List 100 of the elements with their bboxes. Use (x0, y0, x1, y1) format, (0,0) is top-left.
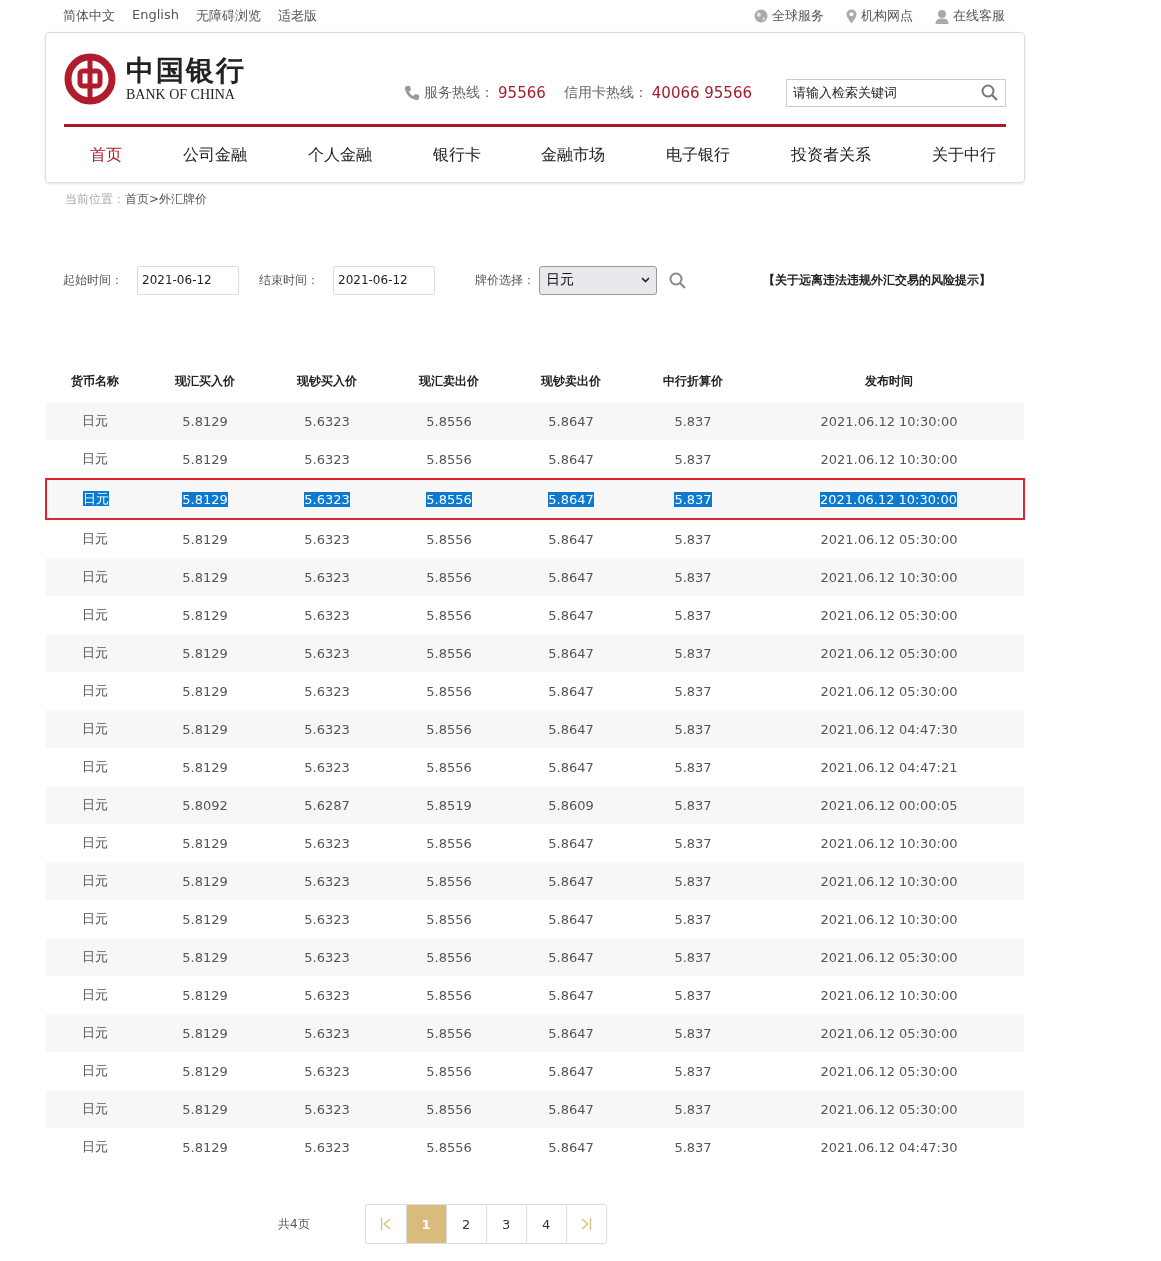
table-cell: 日元 (82, 987, 108, 1002)
currency-dropdown[interactable]: 日元 (539, 265, 657, 295)
search-icon[interactable] (669, 271, 686, 289)
table-cell: 5.8647 (548, 835, 594, 851)
table-cell: 5.8609 (548, 797, 594, 813)
table-cell: 5.837 (674, 645, 712, 661)
table-cell: 5.8556 (426, 1101, 472, 1117)
bank-name-english: BANK OF CHINA (126, 86, 236, 103)
table-cell: 日元 (82, 1101, 108, 1116)
location-pin-icon (846, 8, 857, 24)
table-cell: 2021.06.12 10:30:00 (820, 413, 958, 429)
table-cell: 日元 (82, 873, 108, 888)
nav-item[interactable]: 银行卡 (432, 144, 481, 166)
table-cell: 日元 (82, 835, 108, 850)
table-cell: 5.6323 (304, 413, 350, 429)
table-cell: 5.8129 (182, 721, 228, 737)
table-cell: 5.8647 (548, 949, 594, 965)
table-cell: 5.6323 (304, 835, 350, 851)
top-link[interactable]: 无障碍浏览 (195, 7, 261, 25)
table-cell: 5.8129 (182, 987, 228, 1003)
table-cell: 5.6323 (304, 911, 350, 927)
table-cell: 5.8129 (182, 491, 228, 507)
table-cell: 5.6323 (304, 987, 350, 1003)
table-cell: 5.8647 (548, 569, 594, 585)
nav-item[interactable]: 个人金融 (307, 144, 372, 166)
top-link[interactable]: English (132, 7, 179, 25)
nav-item[interactable]: 首页 (90, 144, 122, 166)
start-date-field[interactable]: 2021-06-12 (137, 265, 239, 295)
table-cell: 5.8647 (548, 645, 594, 661)
bank-logo-icon (64, 52, 116, 105)
table-cell: 5.8647 (548, 873, 594, 889)
nav-item[interactable]: 电子银行 (666, 144, 731, 166)
table-cell: 2021.06.12 05:30:00 (820, 1025, 958, 1041)
table-cell: 5.8129 (182, 607, 228, 623)
table-cell: 日元 (82, 759, 108, 774)
last-page-icon (580, 1218, 592, 1230)
table-cell: 5.837 (674, 683, 712, 699)
table-cell: 5.8556 (426, 1139, 472, 1155)
table-cell: 5.8647 (548, 491, 594, 507)
table-cell: 5.8556 (426, 835, 472, 851)
top-link[interactable]: 简体中文 (63, 7, 115, 25)
table-cell: 5.8129 (182, 531, 228, 547)
nav-item[interactable]: 金融市场 (541, 144, 606, 166)
table-cell: 5.8129 (182, 1139, 228, 1155)
table-cell: 日元 (82, 683, 108, 698)
table-cell: 日元 (82, 451, 108, 466)
table-cell: 5.8647 (548, 721, 594, 737)
risk-notice-link[interactable]: 【关于远离违法违规外汇交易的风险提示】 (763, 271, 991, 289)
table-cell: 2021.06.12 10:30:00 (820, 569, 958, 585)
nav-item[interactable]: 关于中行 (931, 144, 996, 166)
table-cell: 5.8129 (182, 911, 228, 927)
table-cell: 5.837 (674, 531, 712, 547)
nav-item[interactable]: 投资者关系 (791, 144, 872, 166)
table-cell: 5.8647 (548, 413, 594, 429)
table-cell: 5.8647 (548, 987, 594, 1003)
nav-item[interactable]: 公司金融 (182, 144, 247, 166)
table-cell: 5.6323 (304, 759, 350, 775)
table-cell: 2021.06.12 04:47:30 (820, 721, 958, 737)
table-cell: 5.8092 (182, 797, 228, 813)
table-cell: 5.8556 (426, 491, 472, 507)
service-link[interactable]: 全球服务 (772, 7, 824, 25)
service-link[interactable]: 机构网点 (861, 7, 913, 25)
table-cell: 5.6323 (304, 949, 350, 965)
table-cell: 5.837 (674, 797, 712, 813)
table-cell: 5.8129 (182, 1101, 228, 1117)
search-field[interactable]: 请输入检索关键词 (786, 78, 1006, 107)
table-cell: 5.837 (674, 491, 712, 507)
table-cell: 5.8129 (182, 451, 228, 467)
search-icon[interactable] (981, 83, 998, 101)
table-cell: 5.8129 (182, 645, 228, 661)
table-cell: 5.8129 (182, 949, 228, 965)
table-cell: 5.6323 (304, 1025, 350, 1041)
end-date-field[interactable]: 2021-06-12 (333, 265, 435, 295)
table-cell: 5.8129 (182, 835, 228, 851)
table-cell: 5.8556 (426, 607, 472, 623)
table-cell: 5.837 (674, 1063, 712, 1079)
table-cell: 5.8556 (426, 987, 472, 1003)
table-cell: 2021.06.12 05:30:00 (820, 531, 958, 547)
table-cell: 日元 (82, 645, 108, 660)
top-link[interactable]: 适老版 (277, 7, 317, 25)
service-link[interactable]: 在线客服 (953, 7, 1005, 25)
table-cell: 5.6323 (304, 1063, 350, 1079)
table-cell: 5.8556 (426, 413, 472, 429)
globe-icon (754, 9, 768, 23)
table-cell: 2021.06.12 10:30:00 (820, 451, 958, 467)
table-cell: 5.837 (674, 949, 712, 965)
table-cell: 日元 (82, 949, 108, 964)
column-header: 现钞卖出价 (541, 373, 601, 388)
table-cell: 5.8647 (548, 683, 594, 699)
table-cell: 5.8556 (426, 873, 472, 889)
table-cell: 5.8129 (182, 413, 228, 429)
table-cell: 5.837 (674, 721, 712, 737)
table-cell: 5.8129 (182, 1025, 228, 1041)
breadcrumb-label: 当前位置： (65, 191, 125, 208)
table-cell: 5.837 (674, 911, 712, 927)
phone-icon (404, 84, 421, 101)
table-cell: 5.6323 (304, 683, 350, 699)
table-cell: 5.6323 (304, 873, 350, 889)
table-cell: 日元 (82, 1025, 108, 1040)
table-cell: 2021.06.12 05:30:00 (820, 949, 958, 965)
